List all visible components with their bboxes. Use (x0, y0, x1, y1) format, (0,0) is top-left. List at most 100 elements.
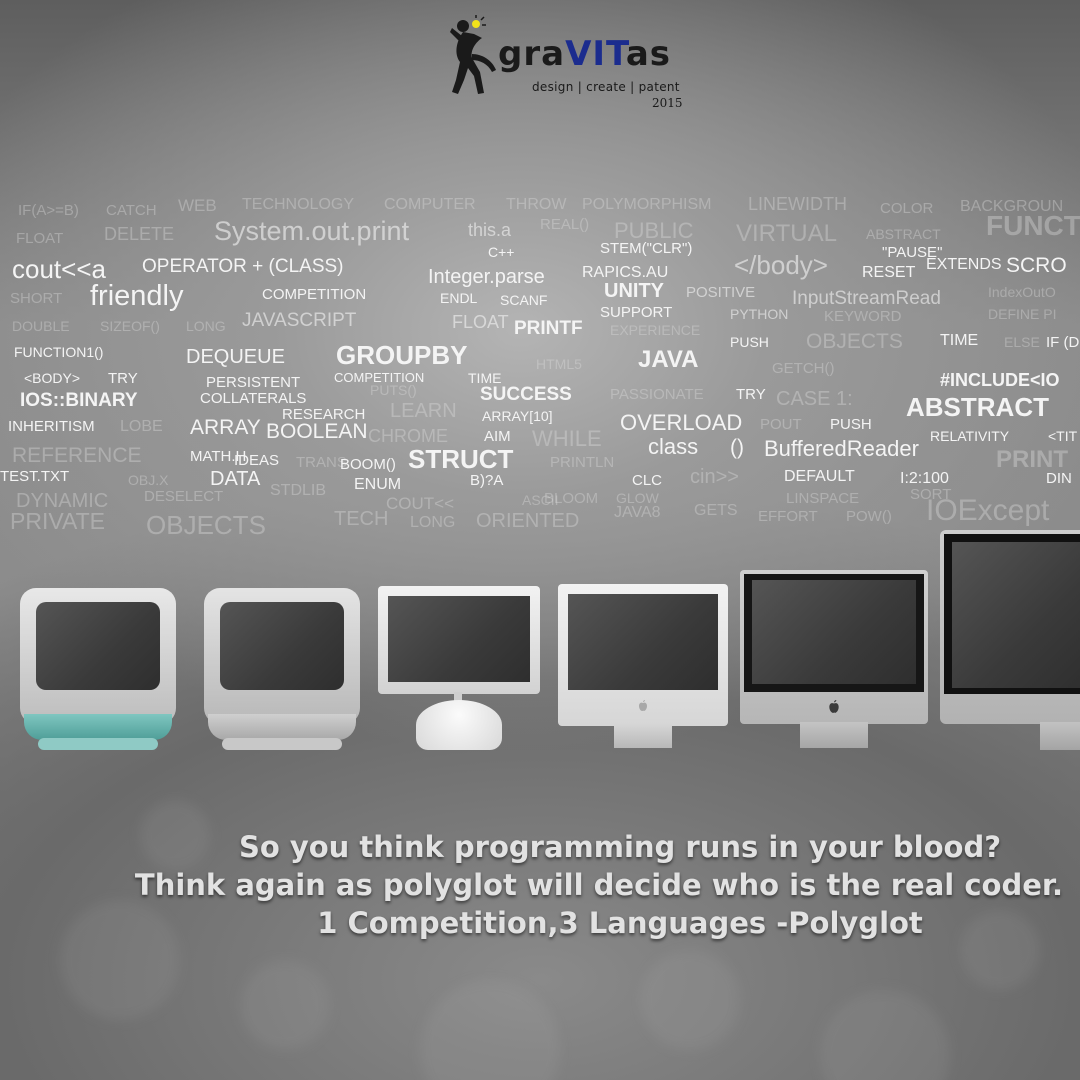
code-word: PYTHON (730, 306, 789, 322)
gravitas-logo: graVITas design | create | patent 2015 (448, 14, 688, 110)
code-word: SUPPORT (600, 304, 673, 321)
code-word: ABSTRACT (906, 392, 1049, 422)
code-word: ARRAY[10] (482, 408, 553, 424)
code-word: PUTS() (370, 382, 417, 398)
code-word: FUNCTION1() (14, 344, 104, 360)
tagline-line-3: 1 Competition,3 Languages -Polyglot (317, 906, 923, 940)
code-word: ORIENTED (476, 510, 580, 532)
code-word: BOOM() (340, 456, 396, 473)
code-word: LINSPACE (786, 490, 860, 507)
code-word: DIN (1046, 470, 1072, 487)
code-word: PRINTLN (550, 454, 615, 471)
code-word: TEST.TXT (0, 468, 70, 485)
imac-modern-computer (940, 530, 1080, 754)
code-word: CATCH (106, 202, 157, 219)
code-word: COUT<< (386, 494, 455, 513)
code-word: PASSIONATE (610, 386, 704, 403)
code-word: REAL() (540, 216, 590, 233)
imac-g4-computer (378, 586, 540, 752)
code-word: PRIVATE (10, 508, 105, 534)
code-word: TRY (108, 370, 138, 387)
code-word: OBJECTS (146, 510, 266, 540)
bokeh-light (820, 990, 950, 1080)
code-word: UNITY (604, 280, 664, 302)
code-word-wall: IF(A>=B) CATCH WEB TECHNOLOGY COMPUTER T… (0, 190, 1080, 550)
code-word: SUCCESS (480, 384, 572, 405)
code-word: SCANF (500, 292, 548, 308)
code-word: Integer.parse (428, 266, 545, 288)
logo-year: 2015 (652, 96, 683, 110)
code-word: PRINTF (514, 318, 583, 339)
code-word: FLOAT (16, 230, 64, 247)
code-word: SCRO (1006, 254, 1067, 277)
code-word: DESELECT (144, 488, 224, 505)
code-word: LONG (410, 514, 456, 531)
code-word: C++ (488, 244, 515, 260)
logo-tagline: design | create | patent (532, 80, 680, 94)
code-word: PERSISTENT (206, 374, 301, 391)
code-word: ENDL (440, 290, 478, 306)
code-word: IndexOutO (988, 284, 1056, 300)
code-word: () (730, 436, 744, 459)
logo-wordmark: graVITas (498, 34, 672, 74)
code-word: TRY (736, 386, 766, 403)
apple-logo-icon (829, 700, 839, 713)
code-word: class (648, 434, 699, 459)
bokeh-light (420, 980, 560, 1080)
code-word: TECHNOLOGY (242, 196, 355, 213)
jumping-person-icon (450, 15, 496, 94)
code-word: BLOOM (544, 490, 599, 507)
imac-aluminum-computer (740, 570, 928, 752)
code-word: TIME (940, 332, 979, 349)
imac-g5-computer (558, 584, 728, 752)
code-word: STDLIB (270, 482, 327, 499)
code-word: GETCH() (772, 360, 835, 377)
code-word: HTML5 (536, 356, 582, 372)
code-word: InputStreamRead (792, 288, 941, 309)
code-word: PUSH (830, 416, 872, 433)
code-word: LINEWIDTH (748, 194, 847, 214)
code-word: FUNCT (986, 210, 1080, 241)
code-word: THROW (506, 196, 567, 213)
code-word: INHERITISM (8, 418, 95, 435)
code-word: SHORT (10, 290, 63, 307)
code-word: cin>> (690, 466, 739, 488)
code-word: OBJ.X (128, 472, 169, 488)
code-word: DEFINE PI (988, 306, 1057, 322)
code-word: KEYWORD (824, 308, 902, 325)
code-word: GETS (694, 502, 738, 519)
code-word: IOExcept (926, 494, 1050, 527)
poster-background: graVITas design | create | patent 2015 I… (0, 0, 1080, 1080)
code-word: POUT (760, 416, 802, 433)
code-word: IOS::BINARY (20, 390, 138, 411)
code-word: EFFORT (758, 508, 818, 525)
code-word: CASE 1: (776, 388, 853, 410)
code-word: GROUPBY (336, 340, 468, 370)
code-word: JAVA (638, 346, 699, 373)
imac-g3-teal-computer (20, 588, 176, 752)
code-word: BufferedReader (764, 436, 919, 461)
code-word: DEQUEUE (186, 346, 285, 368)
apple-logo-icon (639, 700, 647, 711)
code-word: <TIT (1048, 428, 1078, 444)
code-word: POW() (846, 508, 892, 525)
code-word: IF(A>=B) (18, 202, 79, 219)
code-word: COMPUTER (384, 196, 476, 213)
bokeh-light (240, 960, 330, 1050)
code-word: WEB (178, 196, 217, 215)
code-word: LOBE (120, 418, 163, 435)
code-word: POSITIVE (686, 284, 756, 301)
code-word: AIM (484, 428, 511, 445)
code-word: IDEAS (234, 452, 280, 469)
logo-vit-text: VIT (565, 34, 626, 74)
code-word: VIRTUAL (736, 220, 837, 247)
code-word: IF (D (1046, 334, 1080, 351)
code-word: RELATIVITY (930, 428, 1010, 444)
code-word: B)?A (470, 472, 504, 489)
code-word: </body> (734, 250, 828, 280)
tagline-line-2: Think again as polyglot will decide who … (134, 868, 1064, 902)
code-word: #INCLUDE<IO (940, 370, 1060, 390)
code-word: CLC (632, 472, 663, 489)
code-word: COLOR (880, 200, 934, 217)
code-word: JAVA8 (614, 504, 661, 521)
